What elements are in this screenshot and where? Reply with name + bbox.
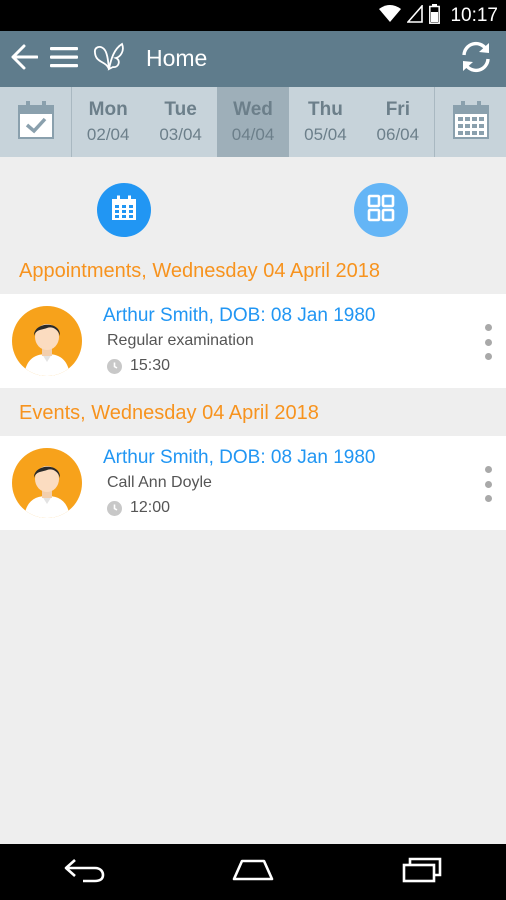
back-arrow-icon xyxy=(10,43,39,76)
appointment-item[interactable]: Arthur Smith, DOB: 08 Jan 1980 Regular e… xyxy=(0,294,506,388)
home-icon xyxy=(230,858,276,887)
day-tue[interactable]: Tue 03/04 xyxy=(144,87,216,157)
clock-icon xyxy=(107,358,122,374)
more-options-icon[interactable] xyxy=(480,324,496,360)
month-view-button[interactable] xyxy=(434,87,506,157)
nav-recents-button[interactable] xyxy=(382,844,462,900)
day-date: 03/04 xyxy=(159,125,202,144)
sync-button[interactable] xyxy=(452,31,500,87)
avatar xyxy=(12,306,82,376)
day-date: 04/04 xyxy=(231,125,275,144)
day-name: Wed xyxy=(233,99,273,120)
avatar xyxy=(12,448,82,518)
day-date: 06/04 xyxy=(376,125,420,144)
event-description: Call Ann Doyle xyxy=(107,474,212,491)
back-button[interactable] xyxy=(4,31,44,87)
wifi-icon xyxy=(379,4,402,28)
event-item[interactable]: Arthur Smith, DOB: 08 Jan 1980 Call Ann … xyxy=(0,436,506,530)
patient-name: Arthur Smith, DOB: 08 Jan 1980 xyxy=(103,447,376,468)
day-list: Mon 02/04 Tue 03/04 Wed 04/04 Thu 05/04 … xyxy=(72,87,434,157)
clock-icon xyxy=(107,500,122,516)
week-selector: Mon 02/04 Tue 03/04 Wed 04/04 Thu 05/04 … xyxy=(0,87,506,157)
page-title: Home xyxy=(146,45,208,71)
calendar-view-button[interactable] xyxy=(97,183,151,237)
nav-home-button[interactable] xyxy=(213,844,293,900)
day-thu[interactable]: Thu 05/04 xyxy=(289,87,361,157)
time-label: 15:30 xyxy=(130,357,171,374)
main-content: Appointments, Wednesday 04 April 2018 Ar… xyxy=(0,157,506,844)
menu-button[interactable] xyxy=(48,31,80,87)
back-icon xyxy=(63,857,105,888)
day-date: 02/04 xyxy=(86,125,130,144)
today-button[interactable] xyxy=(0,87,72,157)
status-bar: 10:17 xyxy=(0,0,506,31)
battery-icon xyxy=(429,3,441,29)
day-name: Mon xyxy=(88,99,128,120)
signal-icon xyxy=(406,3,424,28)
butterfly-logo-icon xyxy=(92,41,126,78)
menu-icon xyxy=(50,46,78,73)
appointment-description: Regular examination xyxy=(107,332,254,349)
patient-name: Arthur Smith, DOB: 08 Jan 1980 xyxy=(103,305,376,326)
events-heading: Events, Wednesday 04 April 2018 xyxy=(19,402,319,424)
more-options-icon[interactable] xyxy=(480,466,496,502)
app-bar: Home xyxy=(0,31,506,87)
day-wed[interactable]: Wed 04/04 xyxy=(216,87,290,157)
event-time: 12:00 xyxy=(107,499,170,517)
calendar-check-icon xyxy=(17,100,55,145)
calendar-icon xyxy=(111,195,137,226)
day-fri[interactable]: Fri 06/04 xyxy=(362,87,434,157)
sync-icon xyxy=(458,39,494,80)
recents-icon xyxy=(402,857,442,888)
app-logo xyxy=(90,31,128,87)
calendar-month-icon xyxy=(452,100,490,145)
day-name: Tue xyxy=(164,99,197,120)
day-date: 05/04 xyxy=(304,125,347,144)
day-name: Thu xyxy=(308,99,343,120)
appointments-heading: Appointments, Wednesday 04 April 2018 xyxy=(19,260,380,282)
grid-view-button[interactable] xyxy=(354,183,408,237)
system-nav-bar xyxy=(0,844,506,900)
day-mon[interactable]: Mon 02/04 xyxy=(72,87,144,157)
status-clock: 10:17 xyxy=(450,5,498,26)
time-label: 12:00 xyxy=(130,499,171,516)
grid-icon xyxy=(367,194,395,227)
appointment-time: 15:30 xyxy=(107,357,170,375)
day-name: Fri xyxy=(385,99,410,120)
nav-back-button[interactable] xyxy=(44,844,124,900)
